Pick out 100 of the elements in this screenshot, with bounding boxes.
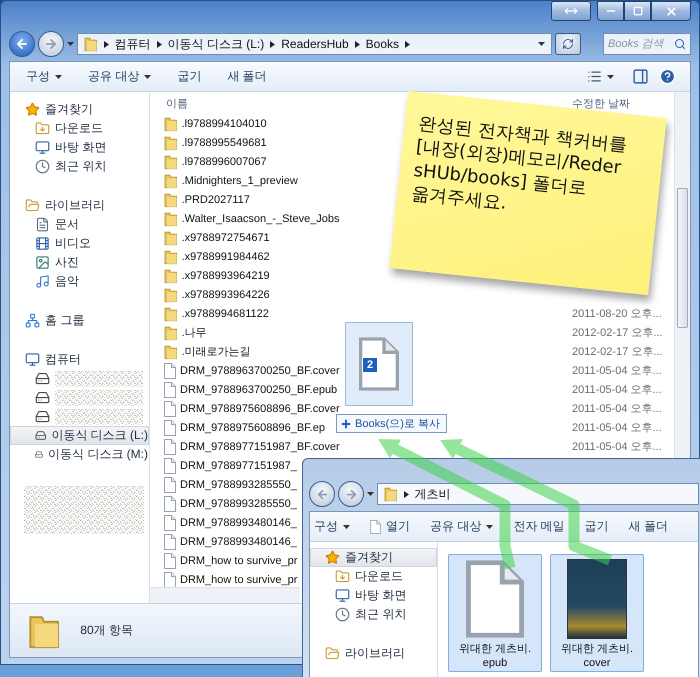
file-name[interactable]: .PRD2027117 [164, 192, 250, 208]
back-button[interactable] [309, 481, 335, 507]
file-name[interactable]: DRM_9788977151987_ [164, 458, 297, 474]
file-name[interactable]: DRM_9788963700250_BF.epub [164, 382, 338, 398]
toolbar-button[interactable]: 굽기 [169, 65, 210, 88]
toolbar-button[interactable]: 구성 [18, 65, 70, 88]
toolbar-button[interactable]: 공유 대상 [80, 65, 160, 88]
folder-icon [164, 230, 178, 246]
sidebar-item[interactable]: 최근 위치 [10, 157, 149, 176]
breadcrumb[interactable]: Books [366, 37, 399, 51]
file-name[interactable]: .나무 [164, 324, 207, 340]
vertical-scrollbar[interactable] [674, 92, 690, 458]
breadcrumb[interactable]: 컴퓨터 [114, 36, 151, 52]
file-name[interactable]: .x9788972754671 [164, 230, 270, 246]
toolbar-button[interactable]: 새 폴더 [626, 515, 670, 538]
file-name[interactable]: .x9788991984462 [164, 248, 270, 264]
breadcrumb[interactable]: 게츠비 [414, 486, 451, 502]
sidebar-item[interactable]: 바탕 화면 [310, 586, 437, 605]
folder-icon [164, 192, 178, 208]
file-icon [164, 552, 176, 568]
date-cell-text: 2011-08-20 오후... [572, 307, 663, 321]
refresh-icon [562, 38, 574, 50]
chevron-icon [156, 40, 162, 48]
sidebar-item[interactable]: 라이브러리 [310, 644, 437, 663]
file-name[interactable]: DRM_9788977151987_BF.cover [164, 438, 340, 454]
sidebar-item[interactable]: 다운로드 [310, 567, 437, 586]
file-tile[interactable]: 위대한 게츠비.cover [550, 554, 644, 672]
chevron-icon [405, 40, 410, 48]
maximize-icon [632, 6, 642, 16]
file-name[interactable]: DRM_9788993285550_ [164, 496, 297, 512]
sidebar-item[interactable]: 즐겨찾기 [310, 548, 437, 567]
toolbar-button[interactable]: 열기 [368, 515, 412, 538]
sidebar-item[interactable]: 사진 [10, 253, 149, 272]
network-icon [25, 313, 40, 328]
sidebar-item[interactable]: 라이브러리 [10, 196, 149, 215]
sidebar-item[interactable]: 음악 [10, 272, 149, 291]
minimize-button[interactable] [597, 1, 624, 21]
column-header[interactable]: 수정한 날짜 [572, 96, 674, 110]
sidebar-item[interactable]: 최근 위치 [310, 605, 437, 624]
file-icon [164, 362, 176, 378]
address-field[interactable]: 게츠비 [377, 483, 699, 505]
sidebar-item[interactable]: 문서 [10, 215, 149, 234]
forward-button[interactable] [38, 31, 64, 57]
toolbar-button[interactable]: 공유 대상 [428, 515, 496, 538]
chevron-icon [104, 40, 109, 48]
file-name[interactable]: DRM_how to survive_pr [164, 572, 298, 587]
sidebar-item[interactable]: 즐겨찾기 [10, 100, 149, 119]
sidebar-item[interactable]: 홈 그룹 [10, 311, 149, 330]
file-name[interactable]: DRM_how to survive_pr [164, 552, 298, 568]
sidebar-item[interactable]: 바탕 화면 [10, 138, 149, 157]
toolbar-button[interactable]: 굽기 [582, 515, 611, 538]
refresh-button[interactable] [555, 33, 581, 55]
resize-button[interactable] [551, 1, 591, 21]
sidebar-item[interactable]: 비디오 [10, 234, 149, 253]
date-cell-text: 2012-02-17 오후... [572, 345, 664, 359]
toolbar-button[interactable]: 새 폴더 [219, 65, 275, 88]
breadcrumb[interactable]: ReadersHub [281, 37, 349, 51]
star-icon [325, 550, 340, 565]
toolbar-button[interactable]: 전자 메일 [511, 515, 567, 538]
search-field[interactable]: Books 검색 [608, 38, 674, 50]
address-field[interactable]: 컴퓨터 이동식 디스크 (L:) ReadersHub Books [77, 33, 552, 55]
file-name[interactable]: .Midnighters_1_preview [164, 172, 298, 188]
column-header[interactable]: 이름 [166, 96, 572, 110]
chevron-icon [404, 490, 409, 498]
file-name[interactable]: DRM_9788963700250_BF.cover [164, 362, 340, 378]
file-name[interactable]: .미래로가는길 [164, 344, 251, 360]
close-button[interactable] [651, 1, 691, 21]
file-name[interactable]: DRM_9788975608896_BF.cover [164, 400, 340, 416]
search-box[interactable]: Books 검색 [603, 33, 691, 55]
back-button[interactable] [9, 31, 35, 57]
forward-arrow-icon [44, 37, 58, 51]
file-name[interactable]: .Walter_Isaacson_-_Steve_Jobs [164, 210, 340, 226]
breadcrumb[interactable]: 이동식 디스크 (L:) [168, 36, 264, 52]
file-icon [164, 514, 176, 530]
folder-icon [164, 134, 178, 150]
preview-pane-icon[interactable] [632, 68, 649, 85]
file-name[interactable]: .x9788993964219 [164, 268, 270, 284]
sidebar-item[interactable]: 다운로드 [10, 119, 149, 138]
file-name[interactable]: DRM_9788993480146_ [164, 514, 297, 530]
file-name[interactable]: .x9788994681122 [164, 306, 269, 322]
horizontal-scrollbar[interactable] [150, 587, 300, 603]
file-name[interactable]: .l9788996007067 [164, 154, 267, 170]
file-name[interactable]: DRM_9788975608896_BF.ep [164, 420, 325, 436]
library-icon [25, 198, 40, 213]
forward-button[interactable] [338, 481, 364, 507]
file-name[interactable]: DRM_9788993285550_ [164, 476, 297, 492]
date-cell-text: 2011-05-04 오후... [572, 383, 663, 397]
maximize-button[interactable] [624, 1, 651, 21]
help-icon[interactable] [659, 68, 676, 85]
drive-icon [35, 371, 50, 386]
file-tile[interactable]: 위대한 게츠비.epub [448, 554, 542, 672]
sidebar-item[interactable]: 이동식 디스크 (L:) [10, 426, 149, 445]
sidebar-item[interactable]: 컴퓨터 [10, 350, 149, 369]
file-name[interactable]: .l9788995549681 [164, 134, 267, 150]
file-name[interactable]: DRM_9788993480146_ [164, 534, 297, 550]
file-name[interactable]: .l9788994104010 [164, 116, 267, 132]
file-name[interactable]: .x9788993964226 [164, 286, 270, 302]
toolbar-button[interactable]: 구성 [312, 515, 352, 538]
folder-icon [164, 306, 178, 322]
sidebar-item[interactable]: 이동식 디스크 (M:) [10, 445, 149, 464]
